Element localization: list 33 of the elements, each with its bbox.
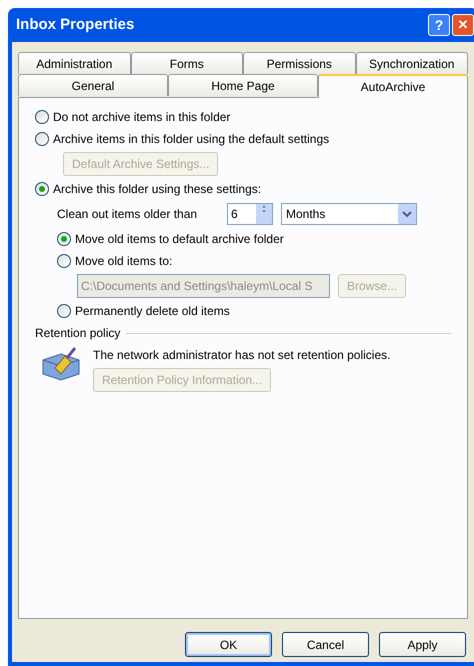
retention-message: The network administrator has not set retention policies. [93,347,390,364]
section-heading: Retention policy [35,325,120,342]
dialog-button[interactable]: OK [185,632,272,657]
dialog-button[interactable]: Apply [379,632,466,657]
number-spinner[interactable]: 6 [227,203,273,225]
clean-out-label: Clean out items older than [57,206,198,223]
tab[interactable]: Permissions [243,52,356,74]
folder-broom-icon [41,346,81,382]
radio-label: Move old items to: [75,253,172,270]
close-button[interactable]: ✕ [452,14,474,36]
help-button[interactable]: ? [428,14,450,36]
radio-button[interactable] [57,254,71,268]
dialog-button[interactable]: Cancel [282,632,369,657]
radio-label: Move old items to default archive folder [75,231,284,248]
radio-button[interactable] [35,182,49,196]
radio-button[interactable] [57,304,71,318]
radio-label: Archive items in this folder using the default settings [53,131,330,148]
radio-button[interactable] [57,232,71,246]
radio-button[interactable] [35,110,49,124]
unit-dropdown[interactable]: Months [281,203,417,225]
tab[interactable]: Administration [18,52,130,74]
tab[interactable]: Forms [130,52,243,74]
radio-button[interactable] [35,132,49,146]
tab[interactable]: AutoArchive [318,74,468,98]
radio-label: Permanently delete old items [75,303,230,320]
radio-label: Do not archive items in this folder [53,109,230,126]
radio-label: Archive this folder using these settings: [53,181,262,198]
tab[interactable]: Home Page [168,74,318,96]
tab[interactable]: General [18,74,168,96]
dropdown-value: Months [285,206,326,223]
window-title: Inbox Properties [16,14,134,35]
number-value: 6 [230,206,239,223]
tab[interactable]: Synchronization [356,52,468,74]
